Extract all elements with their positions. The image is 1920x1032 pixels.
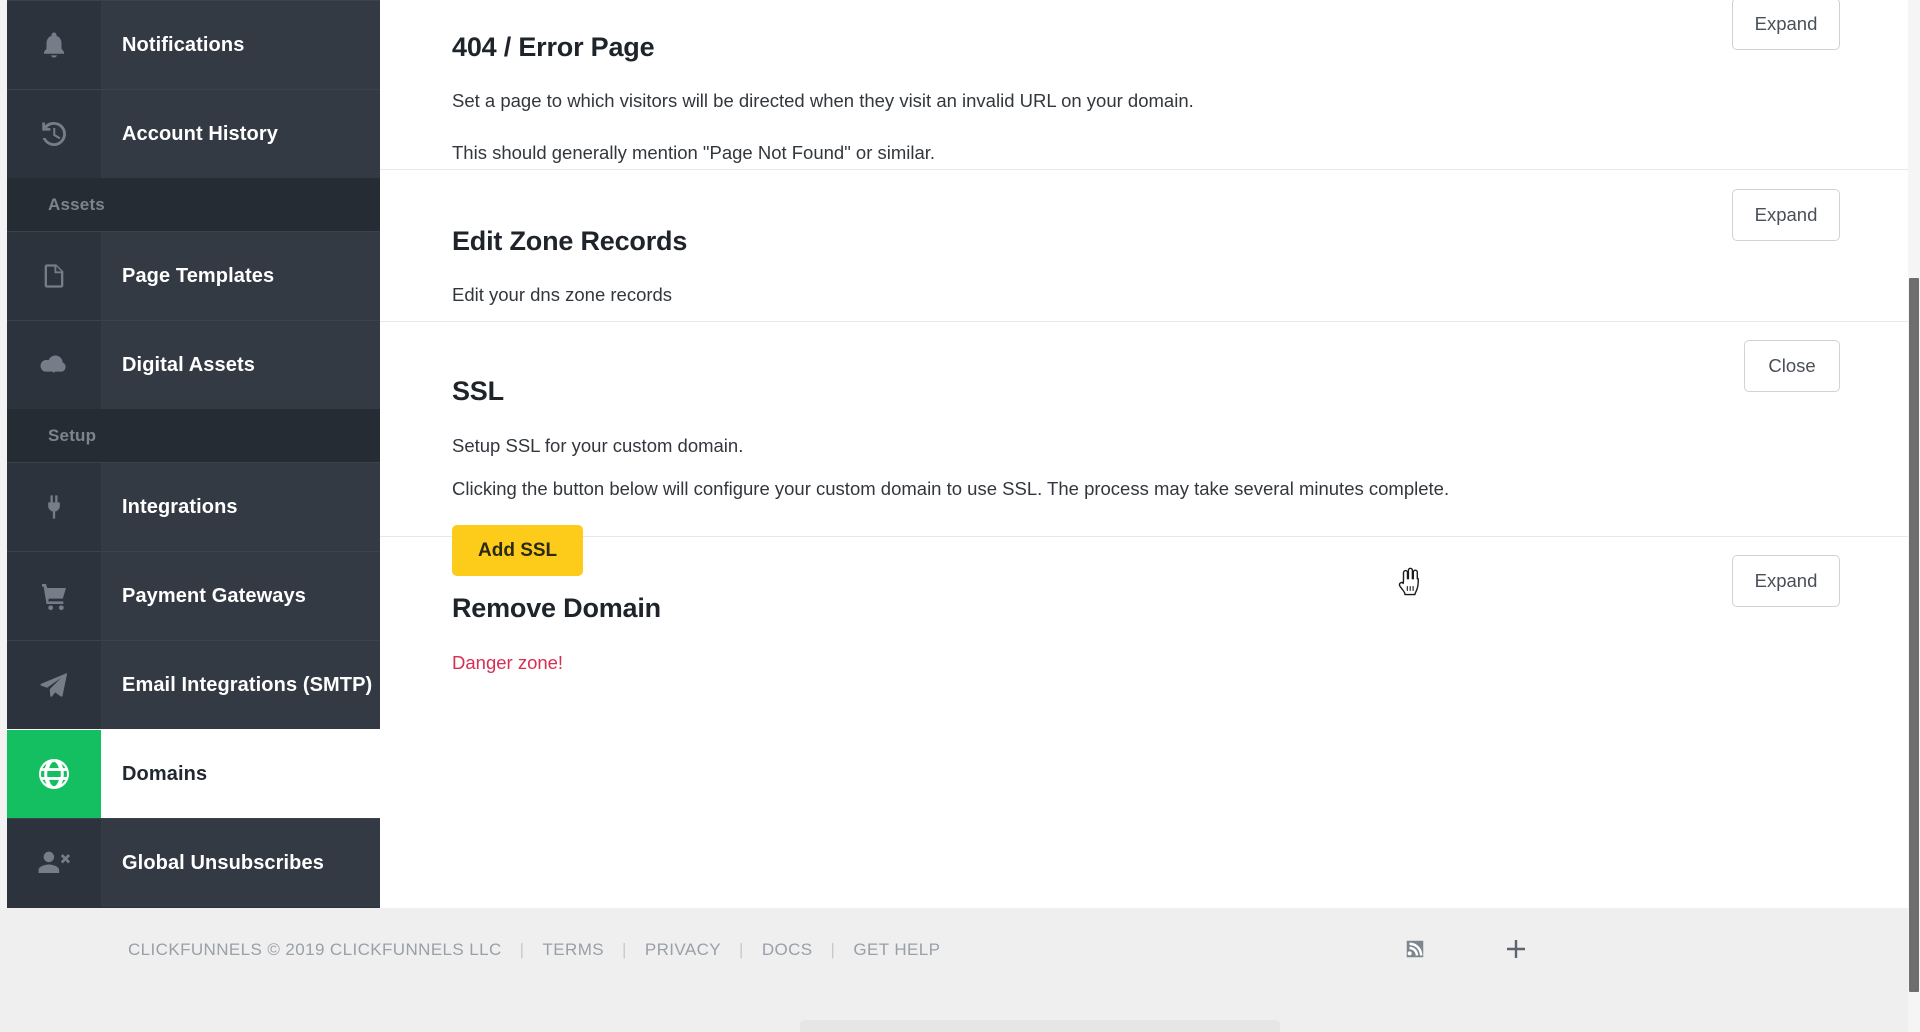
- sidebar-item-integrations[interactable]: Integrations: [7, 462, 380, 551]
- section-ssl: Close SSL Setup SSL for your custom doma…: [380, 322, 1908, 576]
- section-title: Remove Domain: [452, 593, 661, 623]
- cart-icon: [7, 552, 101, 640]
- sidebar-item-label: Global Unsubscribes: [122, 851, 324, 874]
- expand-404-button[interactable]: Expand: [1732, 0, 1840, 50]
- section-title: 404 / Error Page: [452, 32, 655, 62]
- paper-plane-icon: [7, 641, 101, 729]
- file-icon: [7, 232, 101, 320]
- sidebar-section-setup: Setup: [7, 409, 380, 462]
- footer-link-privacy[interactable]: PRIVACY: [645, 940, 721, 960]
- danger-zone-text: Danger zone!: [452, 652, 564, 673]
- sidebar-item-label: Account History: [122, 122, 278, 145]
- footer-link-get-help[interactable]: GET HELP: [853, 940, 940, 960]
- section-paragraph: Edit your dns zone records: [452, 284, 673, 305]
- sidebar-item-notifications[interactable]: Notifications: [7, 0, 380, 89]
- sidebar-item-global-unsubscribes[interactable]: Global Unsubscribes: [7, 818, 380, 907]
- bell-icon: [7, 1, 101, 89]
- expand-remove-domain-button[interactable]: Expand: [1732, 555, 1840, 607]
- footer-link-docs[interactable]: DOCS: [762, 940, 813, 960]
- sidebar-item-account-history[interactable]: Account History: [7, 89, 380, 178]
- footer-icon-group: [1404, 937, 1528, 966]
- sidebar-item-label: Domains: [122, 762, 208, 785]
- footer-separator: |: [739, 940, 744, 959]
- globe-icon: [7, 730, 101, 818]
- sidebar-item-label: Payment Gateways: [122, 584, 306, 607]
- footer-links: CLICKFUNNELS © 2019 CLICKFUNNELS LLC | T…: [128, 940, 940, 960]
- sidebar-item-page-templates[interactable]: Page Templates: [7, 231, 380, 320]
- footer-separator: |: [519, 940, 525, 959]
- sidebar-item-payment-gateways[interactable]: Payment Gateways: [7, 551, 380, 640]
- sidebar-item-label: Digital Assets: [122, 353, 255, 376]
- sidebar-item-label: Notifications: [122, 33, 245, 56]
- page-canvas: Notifications Account History Assets Pag…: [0, 0, 1908, 908]
- section-edit-zone-records: Expand Edit Zone Records Edit your dns z…: [380, 170, 1908, 322]
- section-title: Edit Zone Records: [452, 226, 688, 256]
- sidebar-section-assets: Assets: [7, 178, 380, 231]
- footer-link-terms[interactable]: TERMS: [543, 940, 605, 960]
- section-paragraph: Set a page to which visitors will be dir…: [452, 90, 1194, 111]
- sidebar-item-domains[interactable]: Domains: [7, 729, 380, 818]
- bottom-panel-edge: [800, 1020, 1280, 1032]
- plus-icon[interactable]: [1504, 937, 1528, 966]
- expand-zone-records-button[interactable]: Expand: [1732, 189, 1840, 241]
- page-scrollbar-thumb[interactable]: [1909, 278, 1919, 992]
- footer-inner: CLICKFUNNELS © 2019 CLICKFUNNELS LLC | T…: [0, 908, 1908, 1032]
- close-ssl-button[interactable]: Close: [1744, 340, 1840, 392]
- sidebar: Notifications Account History Assets Pag…: [0, 0, 380, 908]
- main-content: Expand 404 / Error Page Set a page to wh…: [380, 0, 1908, 908]
- section-title: SSL: [452, 376, 504, 406]
- page-scrollbar-track[interactable]: [1908, 0, 1920, 1032]
- sidebar-left-edge: [0, 0, 7, 908]
- cloud-download-icon: [7, 321, 101, 409]
- section-404-error-page: Expand 404 / Error Page Set a page to wh…: [380, 0, 1908, 170]
- sidebar-item-label: Integrations: [122, 495, 238, 518]
- section-remove-domain: Expand Remove Domain Danger zone!: [380, 537, 1908, 717]
- user-remove-icon: [7, 819, 101, 907]
- sidebar-item-label: Page Templates: [122, 264, 275, 287]
- section-paragraph: Clicking the button below will configure…: [452, 477, 1450, 499]
- footer-copyright: CLICKFUNNELS © 2019 CLICKFUNNELS LLC: [128, 940, 502, 959]
- plug-icon: [7, 463, 101, 551]
- sidebar-item-label: Email Integrations (SMTP): [122, 673, 373, 696]
- app-root: Notifications Account History Assets Pag…: [0, 0, 1920, 1032]
- section-paragraph: Setup SSL for your custom domain.: [452, 435, 744, 456]
- footer-separator: |: [622, 940, 627, 959]
- sidebar-item-digital-assets[interactable]: Digital Assets: [7, 320, 380, 409]
- footer-separator: |: [830, 940, 836, 959]
- sidebar-item-email-integrations[interactable]: Email Integrations (SMTP): [7, 640, 380, 729]
- footer: CLICKFUNNELS © 2019 CLICKFUNNELS LLC | T…: [0, 908, 1908, 1032]
- history-icon: [7, 90, 101, 178]
- rss-feed-icon[interactable]: [1404, 938, 1426, 965]
- section-paragraph: This should generally mention "Page Not …: [452, 141, 936, 163]
